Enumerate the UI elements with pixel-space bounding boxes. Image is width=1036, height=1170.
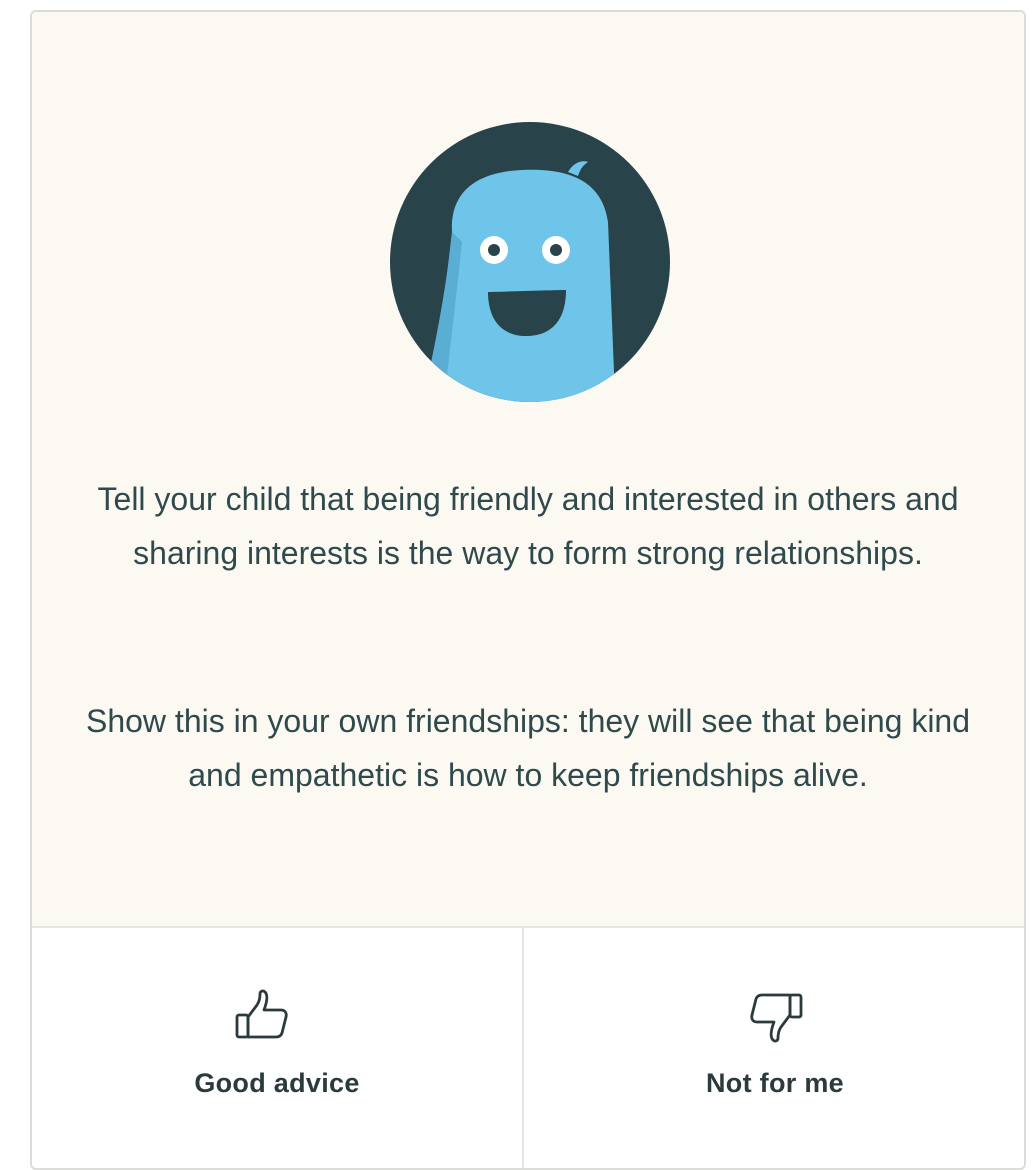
good-advice-label: Good advice	[194, 1068, 360, 1098]
smiling-character-avatar-icon	[390, 122, 670, 402]
not-for-me-button[interactable]: Not for me	[524, 928, 1024, 1160]
good-advice-button[interactable]: Good advice	[32, 928, 522, 1160]
tip-paragraph: Tell your child that being friendly and …	[97, 481, 959, 571]
not-for-me-label: Not for me	[706, 1068, 844, 1098]
thumbs-down-icon	[750, 993, 803, 1043]
thumbs-up-icon	[235, 989, 288, 1039]
tip-card: Tell your child that being friendly and …	[30, 10, 1026, 1170]
tip-paragraph: Show this in your own friendships: they …	[85, 703, 971, 793]
tip-content: Tell your child that being friendly and …	[32, 12, 1024, 926]
